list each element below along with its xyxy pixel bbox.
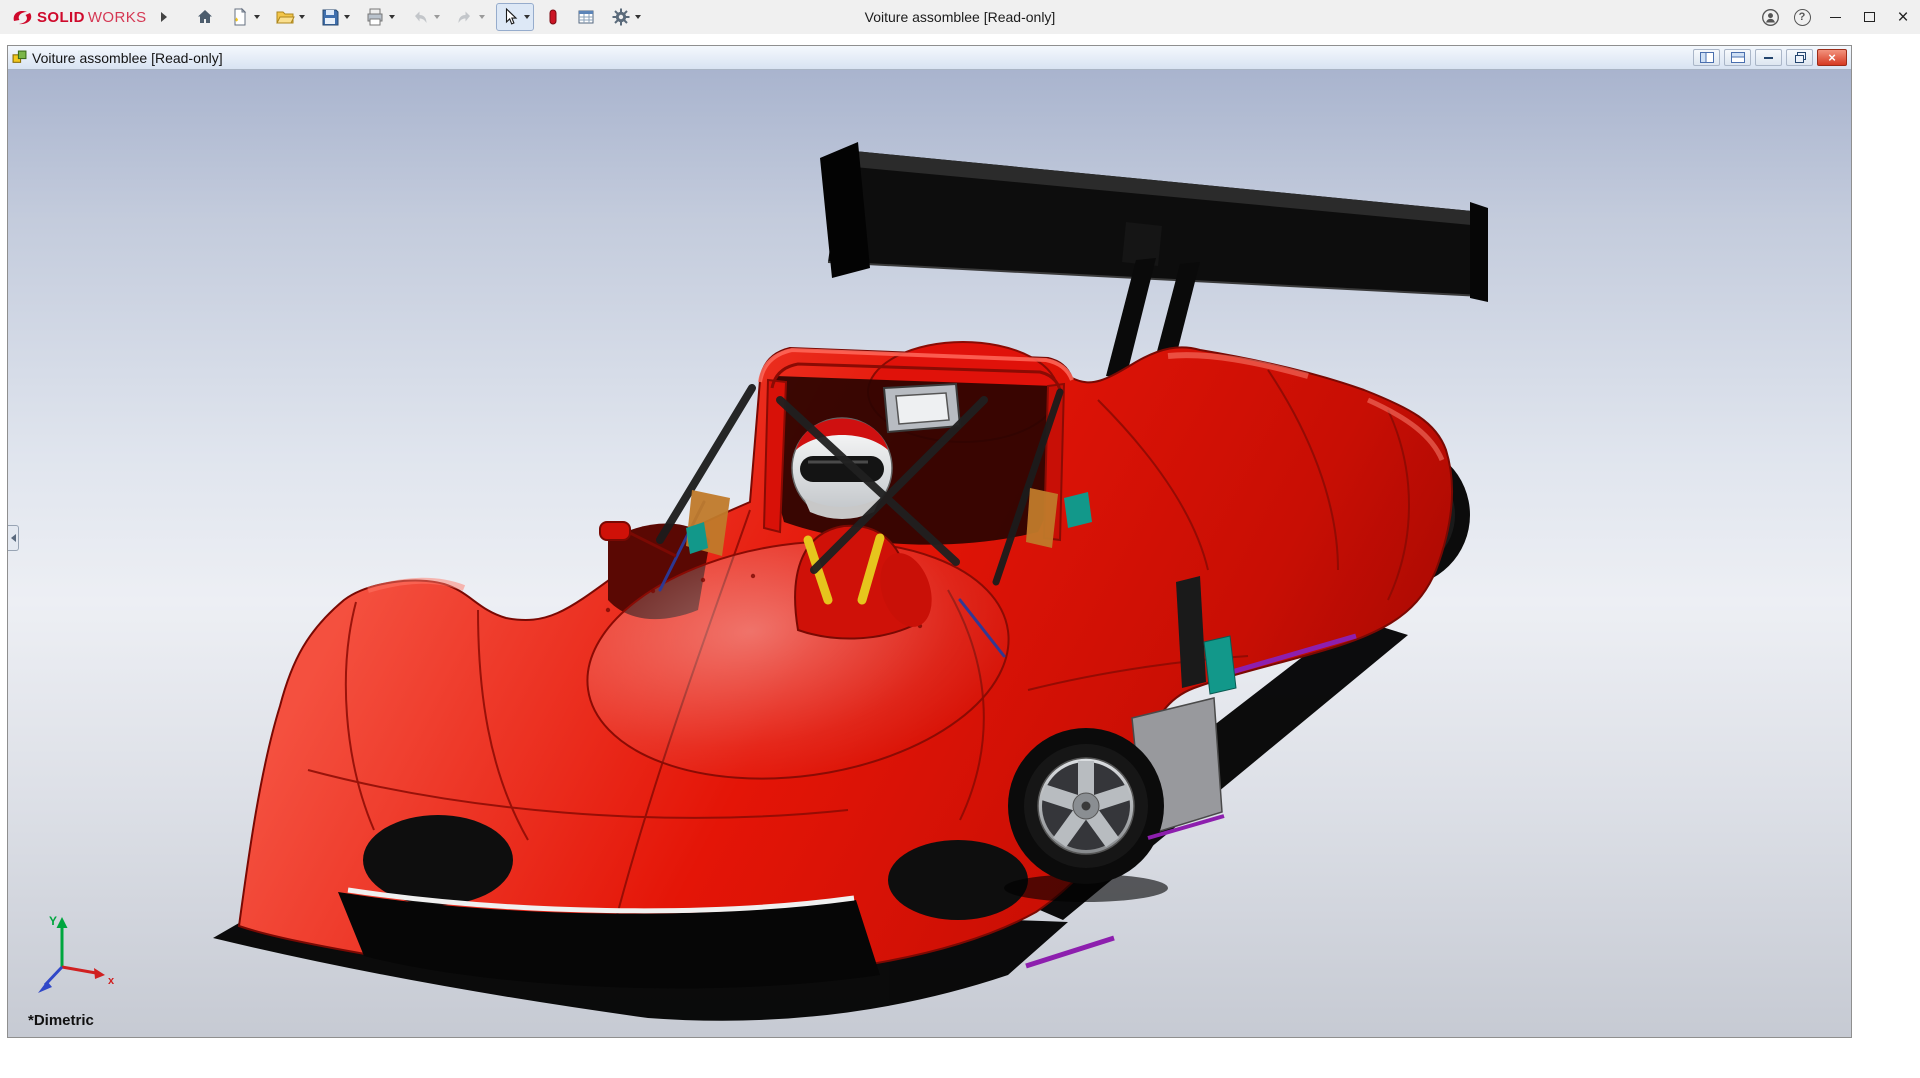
triad-x-axis: x	[62, 967, 115, 987]
minimize-icon	[1830, 17, 1841, 18]
chevron-left-icon	[11, 534, 16, 542]
front-right-wheel	[888, 840, 1028, 920]
options-gear-icon	[611, 7, 631, 27]
breadcrumb-expand-button[interactable]	[161, 12, 167, 22]
options-button[interactable]	[607, 3, 645, 31]
open-button[interactable]	[271, 3, 309, 31]
solidworks-brand: SOLIDWORKS	[0, 7, 147, 27]
restore-icon	[1795, 54, 1804, 62]
svg-text:Y: Y	[49, 914, 57, 928]
spreadsheet-icon	[576, 7, 596, 27]
app-window-title: Voiture assomblee [Read-only]	[865, 0, 1056, 34]
brand-text-primary: SOLID	[37, 9, 85, 26]
document-titlebar[interactable]: Voiture assomblee [Read-only] ×	[8, 46, 1851, 70]
titlebar-right-cluster: ? ×	[1754, 0, 1920, 34]
main-toolbar	[191, 3, 645, 31]
undo-icon	[410, 7, 430, 27]
chevron-down-icon	[434, 15, 440, 19]
rear-wing[interactable]	[820, 142, 1488, 380]
solidworks-logo-icon	[10, 7, 34, 27]
new-document-button[interactable]	[226, 3, 264, 31]
app-close-button[interactable]: ×	[1886, 0, 1920, 34]
app-titlebar: SOLIDWORKS	[0, 0, 1920, 34]
minimize-icon	[1764, 57, 1773, 59]
account-button[interactable]	[1754, 0, 1786, 34]
rear-left-wheel[interactable]	[1008, 728, 1164, 884]
maximize-icon	[1864, 12, 1875, 22]
home-button[interactable]	[191, 3, 219, 31]
doc-close-button[interactable]: ×	[1817, 49, 1847, 66]
print-button[interactable]	[361, 3, 399, 31]
tile-horizontal-icon	[1731, 52, 1745, 63]
spreadsheet-tool-button[interactable]	[572, 3, 600, 31]
front-left-wheel	[363, 815, 513, 905]
chevron-down-icon	[254, 15, 260, 19]
home-icon	[195, 7, 215, 27]
doc-minimize-button[interactable]	[1755, 49, 1782, 66]
close-icon: ×	[1828, 51, 1836, 64]
doc-restore-button[interactable]	[1786, 49, 1813, 66]
orientation-triad[interactable]: Y x	[20, 909, 120, 1005]
intake-box	[884, 384, 960, 432]
wing-endplate-right	[1470, 202, 1488, 302]
document-window-buttons: ×	[1693, 49, 1847, 66]
brand-text-secondary: WORKS	[88, 9, 147, 26]
new-document-icon	[230, 7, 250, 27]
tile-vertical-button[interactable]	[1693, 49, 1720, 66]
close-icon: ×	[1897, 8, 1908, 27]
app-minimize-button[interactable]	[1818, 0, 1852, 34]
document-title: Voiture assomblee [Read-only]	[32, 50, 223, 66]
3d-model-scene[interactable]	[8, 70, 1851, 1037]
open-folder-icon	[275, 7, 295, 27]
red-capsule-tool-button[interactable]	[541, 3, 565, 31]
chevron-down-icon	[344, 15, 350, 19]
document-window: Voiture assomblee [Read-only] ×	[7, 45, 1852, 1038]
tile-vertical-icon	[1700, 52, 1714, 63]
chevron-down-icon	[524, 15, 530, 19]
chevron-down-icon	[479, 15, 485, 19]
triad-z-axis	[38, 967, 62, 993]
save-icon	[320, 7, 340, 27]
svg-text:x: x	[108, 975, 115, 987]
chevron-down-icon	[389, 15, 395, 19]
view-orientation-label: *Dimetric	[28, 1012, 94, 1029]
redo-button[interactable]	[451, 3, 489, 31]
redo-icon	[455, 7, 475, 27]
account-icon	[1761, 8, 1780, 27]
select-tool-button[interactable]	[496, 3, 534, 31]
triad-y-axis: Y	[49, 914, 68, 967]
red-capsule-icon	[545, 7, 561, 27]
help-icon: ?	[1794, 9, 1811, 26]
viewport-canvas[interactable]: Y x *Dimetric	[8, 70, 1851, 1037]
app-maximize-button[interactable]	[1852, 0, 1886, 34]
chevron-down-icon	[635, 15, 641, 19]
print-icon	[365, 7, 385, 27]
chevron-down-icon	[299, 15, 305, 19]
assembly-document-icon	[12, 50, 27, 65]
help-button[interactable]: ?	[1786, 0, 1818, 34]
undo-button[interactable]	[406, 3, 444, 31]
feature-panel-collapse-tab[interactable]	[8, 525, 19, 551]
tile-horizontal-button[interactable]	[1724, 49, 1751, 66]
select-cursor-icon	[500, 7, 520, 27]
save-button[interactable]	[316, 3, 354, 31]
